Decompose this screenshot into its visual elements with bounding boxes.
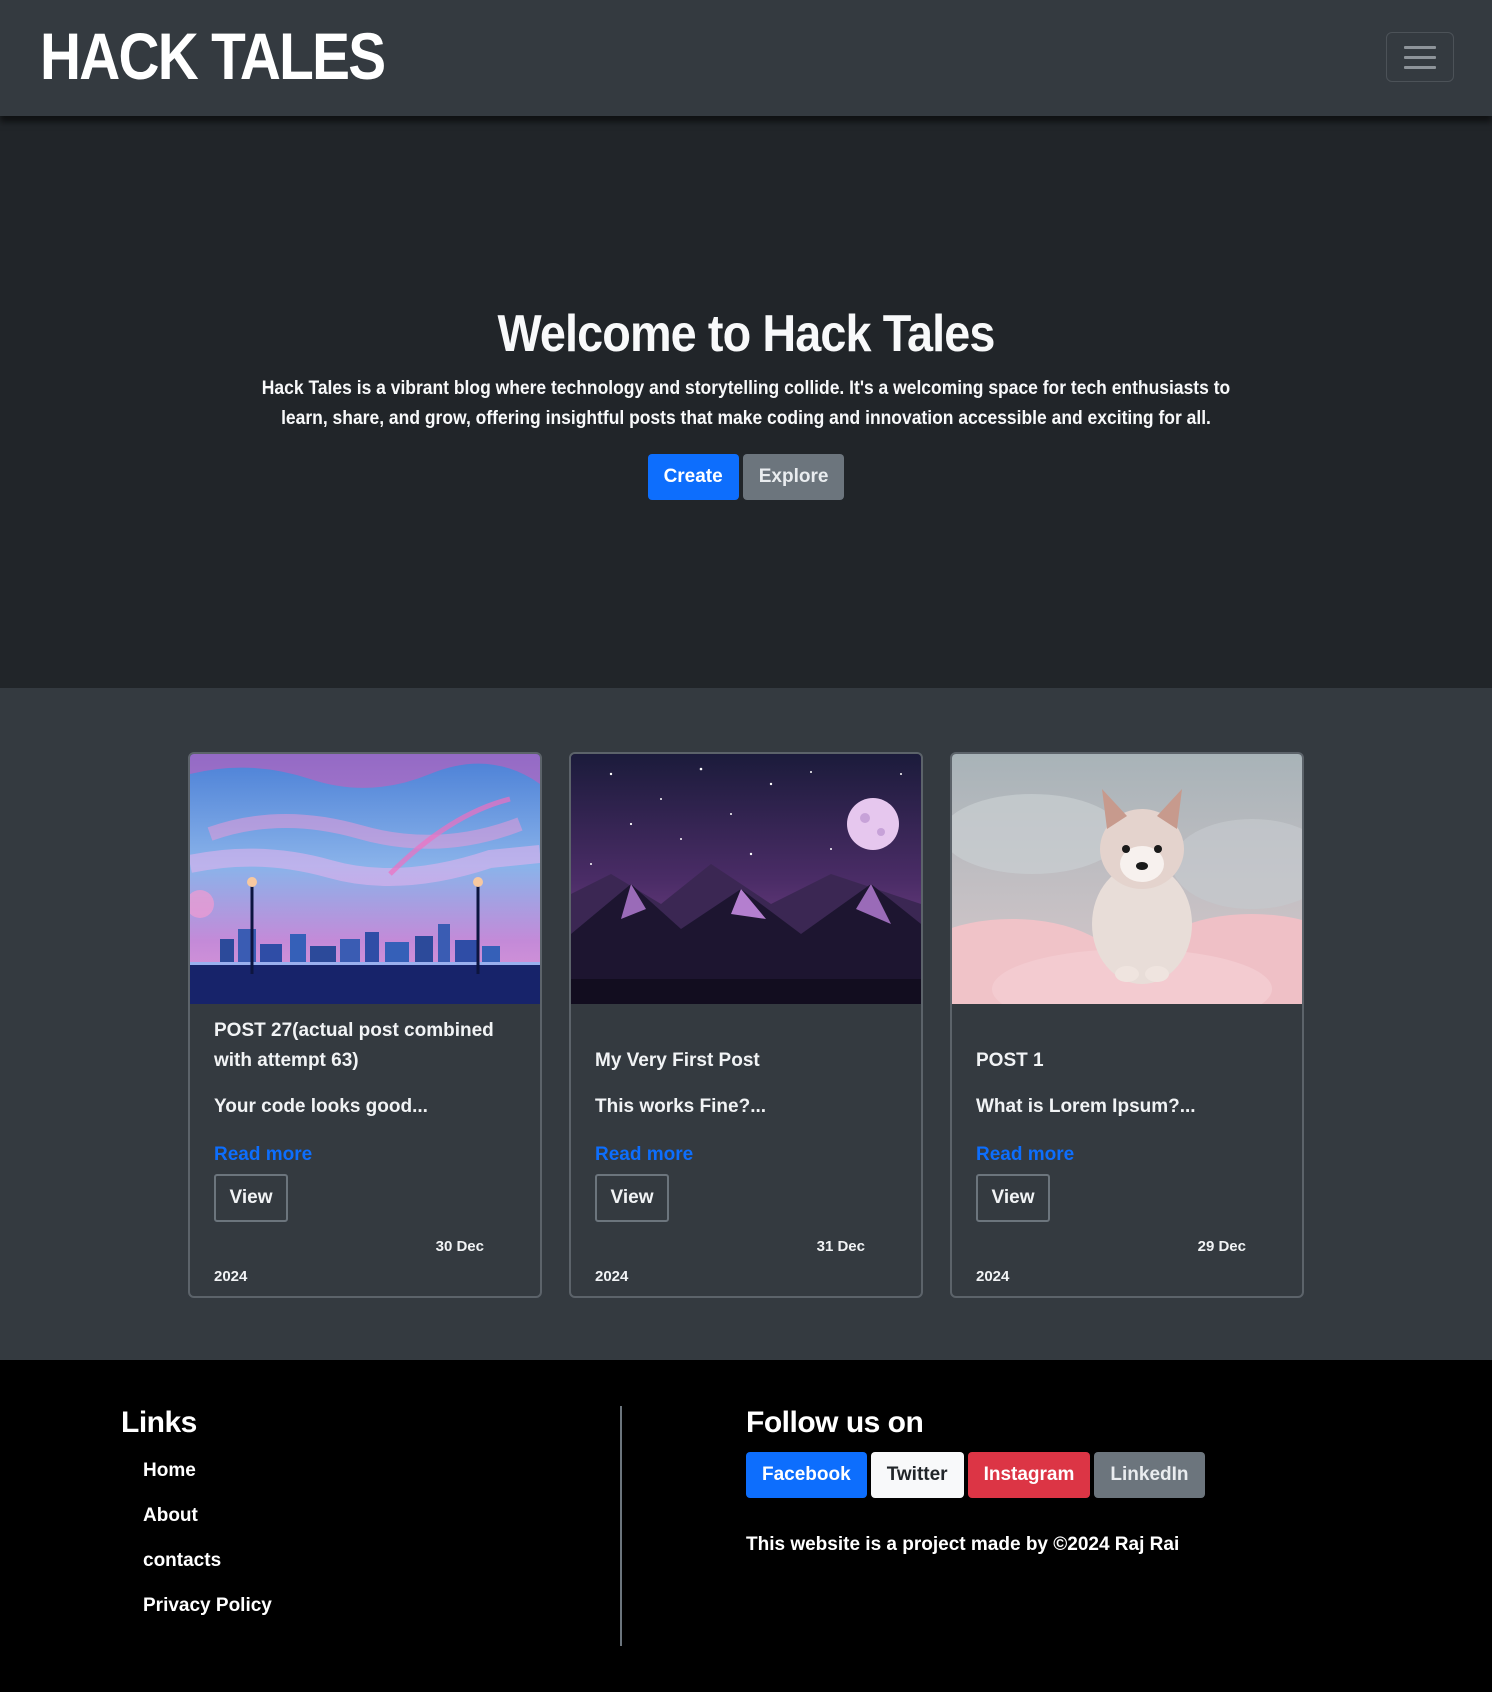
post-date: 29 Dec 2024 xyxy=(976,1232,1246,1292)
post-date-day: 31 Dec xyxy=(816,1238,865,1255)
read-more-link[interactable]: Read more xyxy=(976,1144,1074,1166)
read-more-link[interactable]: Read more xyxy=(595,1144,693,1166)
footer: Links Home About contacts Privacy Policy… xyxy=(0,1360,1492,1692)
hero-title: Welcome to Hack Tales xyxy=(497,305,996,363)
post-card: POST 1 What is Lorem Ipsum?... Read more… xyxy=(950,752,1304,1298)
post-date-day: 30 Dec xyxy=(435,1238,484,1255)
footer-links-column: Links Home About contacts Privacy Policy xyxy=(121,1406,272,1640)
post-card: My Very First Post This works Fine?... R… xyxy=(569,752,923,1298)
twitter-button[interactable]: Twitter xyxy=(870,1452,964,1498)
footer-link-about[interactable]: About xyxy=(143,1505,272,1550)
footer-link-home[interactable]: Home xyxy=(143,1460,272,1505)
post-date-year: 2024 xyxy=(214,1268,248,1285)
footer-social-column: Follow us on Facebook Twitter Instagram … xyxy=(746,1406,1205,1556)
view-button[interactable]: View xyxy=(214,1174,288,1222)
footer-credit: This website is a project made by ©2024 … xyxy=(746,1534,1180,1555)
post-date: 31 Dec 2024 xyxy=(595,1232,865,1292)
brand-logo[interactable]: HACK TALES xyxy=(40,18,386,94)
post-excerpt: This works Fine?... xyxy=(595,1096,767,1117)
hero-section: Welcome to Hack Tales Hack Tales is a vi… xyxy=(0,116,1492,688)
navbar: HACK TALES xyxy=(0,0,1492,116)
post-date: 30 Dec 2024 xyxy=(214,1232,484,1292)
post-excerpt: Your code looks good... xyxy=(214,1096,428,1117)
post-excerpt: What is Lorem Ipsum?... xyxy=(976,1096,1196,1117)
post-card: POST 27(actual post combined with attemp… xyxy=(188,752,542,1298)
footer-links-list: Home About contacts Privacy Policy xyxy=(143,1460,272,1640)
post-date-year: 2024 xyxy=(595,1268,629,1285)
hero-description: Hack Tales is a vibrant blog where techn… xyxy=(261,378,1231,429)
hero-buttons: Create Explore xyxy=(0,454,1492,500)
post-date-year: 2024 xyxy=(976,1268,1010,1285)
post-title: POST 27(actual post combined with attemp… xyxy=(214,1020,494,1071)
explore-button[interactable]: Explore xyxy=(742,454,845,500)
post-image xyxy=(571,754,921,1004)
links-heading: Links xyxy=(121,1406,197,1439)
post-title: My Very First Post xyxy=(595,1050,760,1071)
facebook-button[interactable]: Facebook xyxy=(746,1452,867,1498)
instagram-button[interactable]: Instagram xyxy=(967,1452,1091,1498)
view-button[interactable]: View xyxy=(595,1174,669,1222)
post-title: POST 1 xyxy=(976,1050,1044,1071)
read-more-link[interactable]: Read more xyxy=(214,1144,312,1166)
post-image xyxy=(190,754,540,1004)
posts-section: POST 27(actual post combined with attemp… xyxy=(0,688,1492,1360)
follow-heading: Follow us on xyxy=(746,1406,924,1439)
footer-link-privacy-policy[interactable]: Privacy Policy xyxy=(143,1595,272,1640)
footer-divider xyxy=(620,1406,622,1646)
social-buttons: Facebook Twitter Instagram LinkedIn xyxy=(746,1452,1205,1498)
post-date-day: 29 Dec xyxy=(1197,1238,1246,1255)
hamburger-menu-icon[interactable] xyxy=(1386,32,1454,82)
footer-link-contacts[interactable]: contacts xyxy=(143,1550,272,1595)
linkedin-button[interactable]: LinkedIn xyxy=(1094,1452,1205,1498)
view-button[interactable]: View xyxy=(976,1174,1050,1222)
create-button[interactable]: Create xyxy=(647,454,739,500)
post-image xyxy=(952,754,1302,1004)
